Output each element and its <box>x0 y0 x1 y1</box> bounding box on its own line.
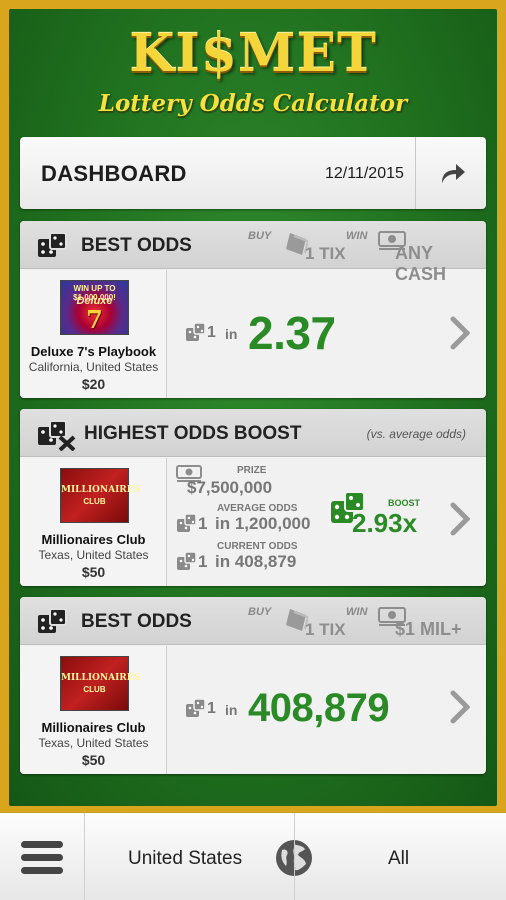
card-note: (vs. average odds) <box>366 427 466 441</box>
card-header: BEST ODDS BUY 1 TIX WIN ANY CASH <box>20 221 486 284</box>
best-odds-card-1[interactable]: BEST ODDS BUY 1 TIX WIN ANY CASH WIN UP … <box>20 221 486 398</box>
buy-label: BUY <box>248 606 272 618</box>
odds-value: 2.37 <box>248 307 336 359</box>
ticket-name: Millionaires Club <box>41 720 146 735</box>
odds-one: 1 <box>207 324 216 341</box>
ticket-image: MILLIONAIRES CLUB <box>60 656 140 711</box>
app-logo: KI$MET Lottery Odds Calculator <box>0 8 506 128</box>
ticket-info: MILLIONAIRES CLUB Millionaires Club Texa… <box>20 646 167 774</box>
divider <box>294 813 295 900</box>
best-odds-card-2[interactable]: BEST ODDS BUY 1 TIX WIN $1 MIL+ MILLIONA… <box>20 597 486 774</box>
dice-icon <box>177 513 197 532</box>
win-value: $1 MIL+ <box>395 619 462 639</box>
odds-one: 1 <box>207 700 216 717</box>
boost-label: BOOST <box>388 498 421 508</box>
ticket-price: $50 <box>81 564 106 580</box>
prize-label: PRIZE <box>237 465 267 476</box>
ticket-image: MILLIONAIRES CLUB <box>60 468 140 523</box>
ticket-location: Texas, United States <box>38 736 149 750</box>
logo-subtitle: Lottery Odds Calculator <box>98 90 408 117</box>
hamburger-menu-icon[interactable] <box>0 813 85 900</box>
share-button[interactable] <box>415 137 486 209</box>
odds-in: in <box>225 702 238 718</box>
chevron-right-icon[interactable] <box>450 502 470 536</box>
buy-value: 1 TIX <box>305 620 346 639</box>
chevron-right-icon[interactable] <box>450 690 470 724</box>
buy-value: 1 TIX <box>305 244 346 263</box>
dashboard-title: DASHBOARD <box>41 161 187 186</box>
boost-value: 2.93x <box>352 508 418 538</box>
odds-in: in <box>225 326 238 342</box>
prize-value: $7,500,000 <box>187 478 273 497</box>
dashboard-date: 12/11/2015 <box>325 165 404 182</box>
card-header: BEST ODDS BUY 1 TIX WIN $1 MIL+ <box>20 597 486 645</box>
ticket-price: $50 <box>81 752 106 768</box>
card-header: HIGHEST ODDS BOOST (vs. average odds) <box>20 409 486 457</box>
chevron-right-icon[interactable] <box>450 316 470 350</box>
dice-icon <box>186 698 206 717</box>
average-odds-label: AVERAGE ODDS <box>217 503 298 514</box>
average-odds-value: in 1,200,000 <box>215 514 311 533</box>
odds-value: 408,879 <box>248 686 390 730</box>
filter-selector[interactable]: All <box>388 848 409 870</box>
ticket-price: $20 <box>81 376 106 392</box>
card-title: BEST ODDS <box>81 611 192 632</box>
card-body: MILLIONAIRES CLUB Millionaires Club Texa… <box>20 646 486 774</box>
card-body: MILLIONAIRES CLUB Millionaires Club Texa… <box>20 458 486 586</box>
card-title: HIGHEST ODDS BOOST <box>84 423 302 444</box>
dice-icon <box>38 232 67 257</box>
current-odds-label: CURRENT ODDS <box>217 541 298 552</box>
win-label: WIN <box>346 606 368 618</box>
share-arrow-icon <box>442 164 465 183</box>
ticket-location: Texas, United States <box>38 548 149 562</box>
dice-boost-icon <box>38 420 76 451</box>
buy-label: BUY <box>248 230 272 242</box>
card-title: BEST ODDS <box>81 235 192 256</box>
logo-title: KI$MET <box>129 23 377 84</box>
dice-icon <box>177 551 197 570</box>
dice-icon <box>186 322 206 341</box>
ticket-name: Millionaires Club <box>41 532 146 547</box>
dashboard-header: DASHBOARD 12/11/2015 <box>20 137 486 209</box>
win-label: WIN <box>346 230 368 242</box>
ticket-info: WIN UP TO $1,000,000! Deluxe 7 Deluxe 7'… <box>20 270 167 398</box>
ticket-image: WIN UP TO $1,000,000! Deluxe 7 <box>60 280 129 335</box>
card-body: WIN UP TO $1,000,000! Deluxe 7 Deluxe 7'… <box>20 270 486 398</box>
country-selector[interactable]: United States <box>128 848 242 870</box>
ticket-location: California, United States <box>28 360 159 374</box>
ticket-info: MILLIONAIRES CLUB Millionaires Club Texa… <box>20 458 167 586</box>
current-odds-one: 1 <box>198 552 208 571</box>
dice-icon <box>38 608 67 633</box>
odds-boost-card[interactable]: HIGHEST ODDS BOOST (vs. average odds) MI… <box>20 409 486 586</box>
current-odds-value: in 408,879 <box>215 552 297 571</box>
average-odds-one: 1 <box>198 514 208 533</box>
bottom-bar: United States All <box>0 812 506 900</box>
ticket-name: Deluxe 7's Playbook <box>30 344 157 359</box>
